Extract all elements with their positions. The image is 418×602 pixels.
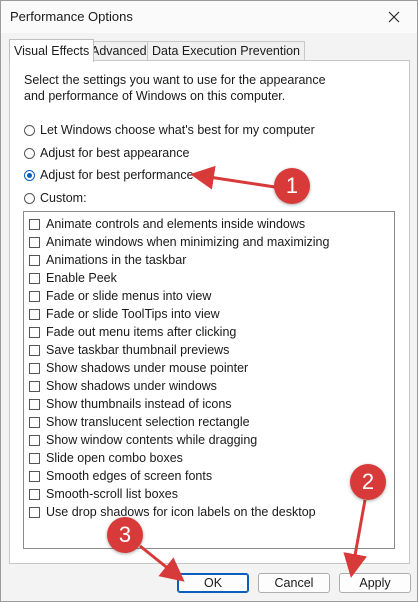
checkbox-label: Fade out menu items after clicking <box>46 325 237 339</box>
checkbox-label: Smooth-scroll list boxes <box>46 487 178 501</box>
checkbox-label: Show shadows under windows <box>46 379 217 393</box>
radio-button[interactable] <box>24 124 35 136</box>
title-bar: Performance Options <box>1 1 417 33</box>
list-item[interactable]: Show shadows under mouse pointer <box>29 359 248 377</box>
checkbox[interactable] <box>29 488 40 500</box>
checkbox[interactable] <box>29 326 40 338</box>
checkbox-label: Show window contents while dragging <box>46 433 258 447</box>
radio-button[interactable] <box>24 192 35 204</box>
checkbox[interactable] <box>29 452 40 464</box>
checkbox-label: Smooth edges of screen fonts <box>46 469 213 483</box>
list-item[interactable]: Slide open combo boxes <box>29 449 183 467</box>
list-item[interactable]: Save taskbar thumbnail previews <box>29 341 229 359</box>
performance-options-dialog: Performance Options Visual Effects Advan… <box>0 0 418 602</box>
list-item[interactable]: Fade out menu items after clicking <box>29 323 236 341</box>
list-item[interactable]: Smooth-scroll list boxes <box>29 485 178 503</box>
checkbox[interactable] <box>29 254 40 266</box>
radio-button[interactable] <box>24 147 35 159</box>
checkbox-label: Animations in the taskbar <box>46 253 187 267</box>
checkbox-label: Save taskbar thumbnail previews <box>46 343 230 357</box>
checkbox[interactable] <box>29 344 40 356</box>
tab-visual-effects[interactable]: Visual Effects <box>9 39 95 62</box>
checkbox[interactable] <box>29 380 40 392</box>
checkbox[interactable] <box>29 470 40 482</box>
ok-button[interactable]: OK <box>177 573 249 593</box>
list-item[interactable]: Show thumbnails instead of icons <box>29 395 232 413</box>
checkbox-label: Animate windows when minimizing and maxi… <box>46 235 330 249</box>
step-badge-1: 1 <box>274 168 310 204</box>
checkbox-label: Use drop shadows for icon labels on the … <box>46 505 316 519</box>
step-badge-3: 3 <box>107 517 143 553</box>
checkbox-label: Show shadows under mouse pointer <box>46 361 249 375</box>
radio-best-appearance[interactable]: Adjust for best appearance <box>24 144 189 162</box>
tab-advanced[interactable]: Advanced <box>86 41 152 61</box>
description-text: Select the settings you want to use for … <box>24 73 326 103</box>
checkbox-label: Slide open combo boxes <box>46 451 183 465</box>
checkbox-label: Show thumbnails instead of icons <box>46 397 232 411</box>
list-item[interactable]: Animations in the taskbar <box>29 251 186 269</box>
radio-button[interactable] <box>24 169 35 181</box>
window-title: Performance Options <box>10 9 133 24</box>
effects-list[interactable]: Animate controls and elements inside win… <box>23 211 395 549</box>
checkbox[interactable] <box>29 290 40 302</box>
checkbox-label: Enable Peek <box>46 271 117 285</box>
checkbox-label: Fade or slide menus into view <box>46 289 212 303</box>
close-icon <box>388 11 400 23</box>
list-item[interactable]: Show shadows under windows <box>29 377 217 395</box>
list-item[interactable]: Show translucent selection rectangle <box>29 413 250 431</box>
list-item[interactable]: Smooth edges of screen fonts <box>29 467 212 485</box>
tab-data-execution-prevention[interactable]: Data Execution Prevention <box>147 41 306 61</box>
checkbox-label: Fade or slide ToolTips into view <box>46 307 220 321</box>
checkbox-label: Show translucent selection rectangle <box>46 415 250 429</box>
list-item[interactable]: Fade or slide menus into view <box>29 287 211 305</box>
checkbox[interactable] <box>29 434 40 446</box>
radio-best-performance[interactable]: Adjust for best performance <box>24 166 194 184</box>
list-item[interactable]: Show window contents while dragging <box>29 431 257 449</box>
checkbox[interactable] <box>29 416 40 428</box>
radio-let-windows-choose[interactable]: Let Windows choose what's best for my co… <box>24 121 315 139</box>
checkbox[interactable] <box>29 272 40 284</box>
list-item[interactable]: Fade or slide ToolTips into view <box>29 305 220 323</box>
radio-label: Let Windows choose what's best for my co… <box>40 123 315 137</box>
checkbox[interactable] <box>29 308 40 320</box>
checkbox-label: Animate controls and elements inside win… <box>46 217 306 231</box>
visual-effects-panel: Select the settings you want to use for … <box>9 60 410 564</box>
close-button[interactable] <box>371 1 417 33</box>
checkbox[interactable] <box>29 218 40 230</box>
list-item[interactable]: Animate windows when minimizing and maxi… <box>29 233 329 251</box>
radio-label: Adjust for best performance <box>40 168 194 182</box>
checkbox[interactable] <box>29 236 40 248</box>
list-item[interactable]: Use drop shadows for icon labels on the … <box>29 503 316 521</box>
apply-button[interactable]: Apply <box>339 573 411 593</box>
radio-custom[interactable]: Custom: <box>24 189 87 207</box>
checkbox[interactable] <box>29 362 40 374</box>
radio-label: Custom: <box>40 191 87 205</box>
checkbox[interactable] <box>29 506 40 518</box>
list-item[interactable]: Animate controls and elements inside win… <box>29 215 305 233</box>
checkbox[interactable] <box>29 398 40 410</box>
radio-label: Adjust for best appearance <box>40 146 190 160</box>
step-badge-2: 2 <box>350 464 386 500</box>
cancel-button[interactable]: Cancel <box>258 573 330 593</box>
list-item[interactable]: Enable Peek <box>29 269 117 287</box>
